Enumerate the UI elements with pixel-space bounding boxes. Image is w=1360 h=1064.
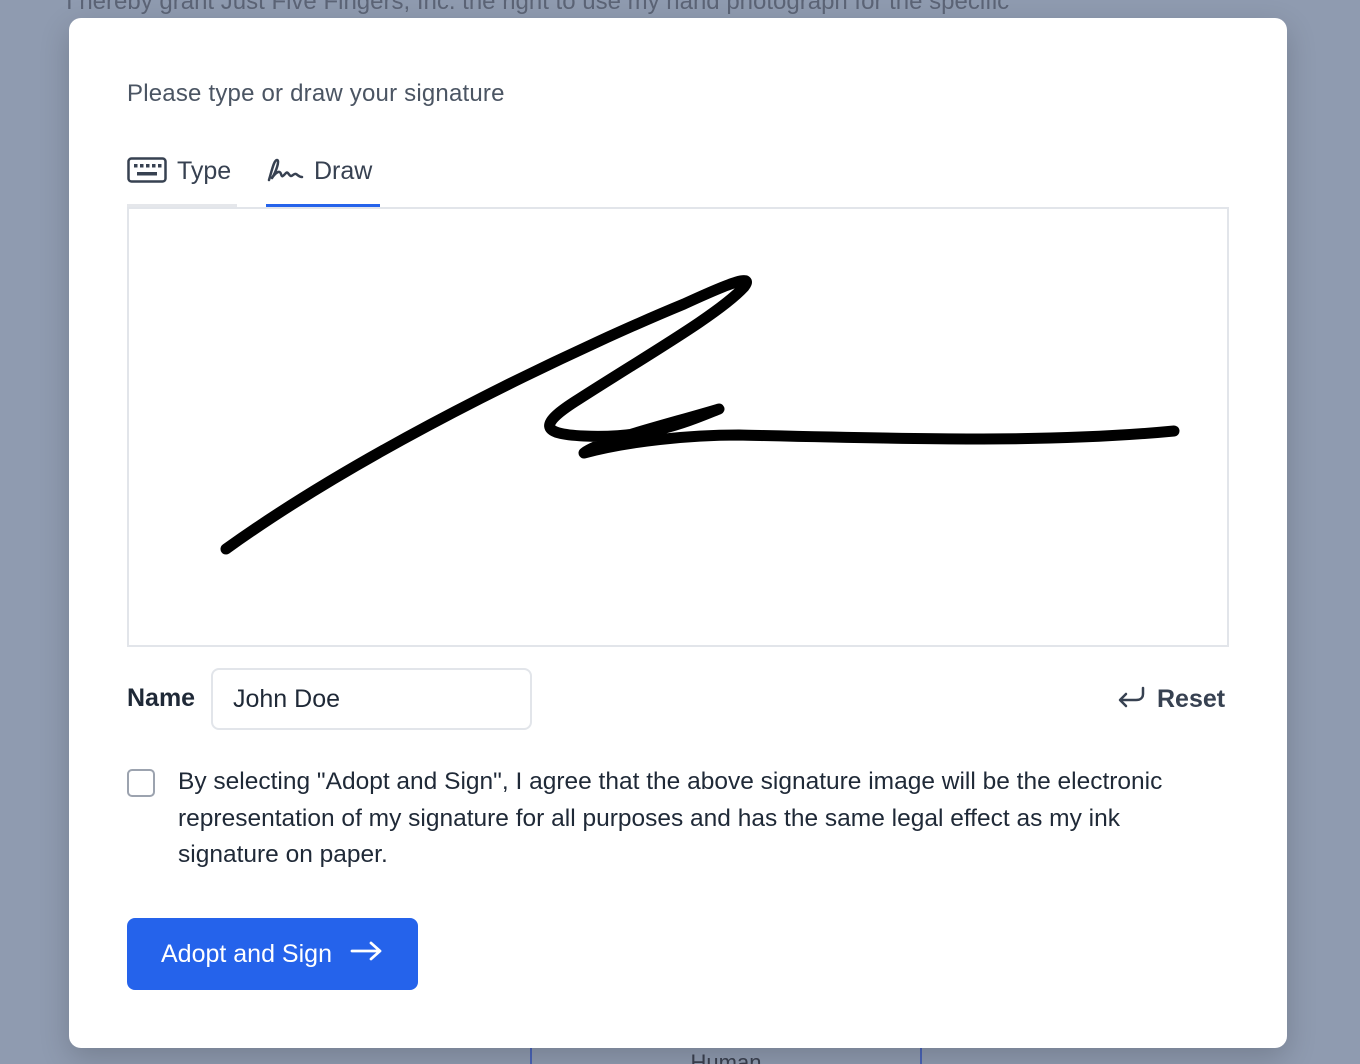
consent-checkbox[interactable]: [127, 769, 155, 797]
drawn-signature: [220, 275, 1180, 555]
reset-button[interactable]: Reset: [1115, 682, 1225, 717]
tab-draw-label: Draw: [314, 157, 373, 185]
background-field-box: Human: [530, 1046, 922, 1064]
tab-type[interactable]: Type: [127, 152, 237, 208]
name-label: Name: [127, 684, 196, 712]
signature-pen-icon: [266, 156, 304, 191]
return-arrow-icon: [1115, 682, 1147, 717]
signature-modal: Please type or draw your signature Type: [69, 18, 1287, 1048]
reset-label: Reset: [1157, 685, 1226, 713]
background-document-text: I hereby grant Just Five Fingers, Inc. t…: [66, 0, 1010, 15]
adopt-and-sign-label: Adopt and Sign: [161, 939, 332, 968]
consent-text: By selecting "Adopt and Sign", I agree t…: [178, 768, 1163, 868]
tab-type-label: Type: [177, 157, 232, 185]
arrow-right-icon: [350, 939, 384, 970]
name-input[interactable]: [211, 668, 532, 730]
adopt-and-sign-button[interactable]: Adopt and Sign: [127, 918, 418, 990]
keyboard-icon: [127, 156, 167, 191]
instruction-text: Please type or draw your signature: [127, 80, 505, 107]
signature-canvas[interactable]: [127, 207, 1229, 647]
tab-draw[interactable]: Draw: [266, 152, 380, 208]
background-field-label: Human: [690, 1050, 762, 1064]
